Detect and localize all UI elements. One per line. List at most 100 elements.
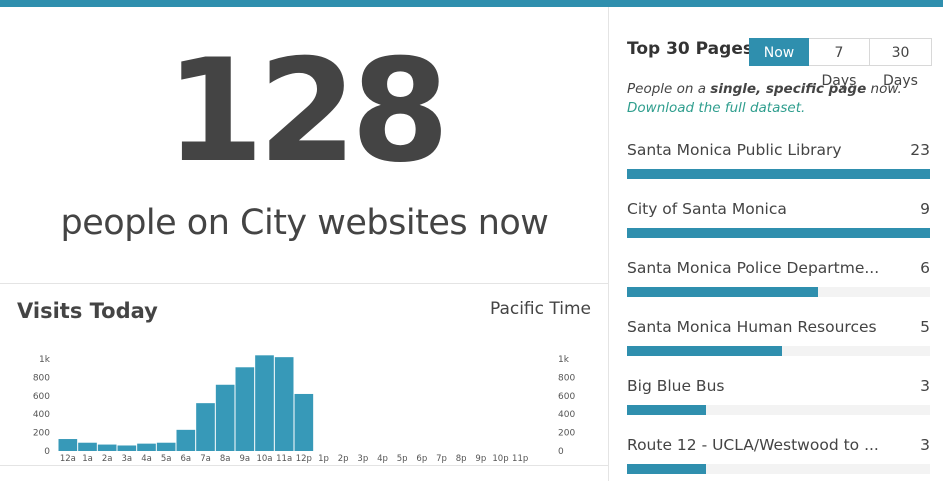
visits-bar[interactable] [117, 445, 137, 451]
y-tick-label-right: 600 [558, 392, 575, 402]
y-tick-label-right: 800 [558, 373, 575, 383]
y-tick-label-right: 200 [558, 429, 575, 439]
x-tick-label: 8p [456, 454, 467, 464]
page-name[interactable]: Big Blue Bus [627, 377, 724, 395]
x-tick-label: 5p [397, 454, 408, 464]
page-share-bar [627, 346, 782, 356]
x-tick-label: 7p [436, 454, 447, 464]
visits-bar[interactable] [235, 367, 255, 451]
y-tick-label-left: 400 [33, 410, 50, 420]
visits-bar[interactable] [156, 442, 176, 451]
x-tick-label: 3p [357, 454, 368, 464]
visits-bar[interactable] [176, 429, 196, 451]
tab-now[interactable]: Now [749, 38, 809, 66]
page-list-item[interactable]: City of Santa Monica 9 [627, 200, 930, 259]
divider [0, 465, 609, 466]
x-tick-label: 9p [475, 454, 486, 464]
visits-bar[interactable] [215, 384, 235, 451]
visits-bar[interactable] [294, 393, 314, 451]
x-tick-label: 11a [276, 454, 292, 464]
x-tick-label: 10p [492, 454, 508, 464]
page-visitor-count: 3 [920, 377, 930, 395]
x-tick-label: 7a [200, 454, 211, 464]
x-tick-label: 8a [220, 454, 231, 464]
visits-bar[interactable] [97, 444, 117, 451]
page-share-bar [627, 464, 706, 474]
page-visitor-count: 6 [920, 259, 930, 277]
page-share-bar [627, 287, 818, 297]
page-share-bar [627, 169, 930, 179]
visits-bar[interactable] [274, 357, 294, 451]
y-tick-label-left: 800 [33, 373, 50, 383]
x-tick-label: 11p [512, 454, 528, 464]
page-visitor-count: 23 [910, 141, 930, 159]
x-tick-label: 6p [416, 454, 427, 464]
page-share-track [627, 169, 930, 179]
y-tick-label-left: 0 [44, 447, 50, 457]
x-tick-label: 12a [60, 454, 76, 464]
x-tick-label: 4p [377, 454, 388, 464]
page-share-track [627, 228, 930, 238]
page-list-item[interactable]: Santa Monica Police Departme... 6 [627, 259, 930, 318]
visits-bar[interactable] [78, 442, 97, 451]
x-tick-label: 9a [240, 454, 251, 464]
y-tick-label-left: 1k [39, 355, 51, 365]
page-visitor-count: 3 [920, 436, 930, 454]
page-share-bar [627, 405, 706, 415]
page-share-track [627, 405, 930, 415]
top-pages-note: People on a single, specific page now. D… [627, 80, 902, 118]
top-pages-title: Top 30 Pages [627, 39, 753, 59]
note-text: People on a [627, 81, 711, 97]
active-users-count: 128 [165, 29, 449, 194]
x-tick-label: 3a [122, 454, 133, 464]
y-tick-label-left: 600 [33, 392, 50, 402]
period-tabs: Now 7 Days 30 Days [749, 38, 932, 89]
y-tick-label-right: 400 [558, 410, 575, 420]
download-dataset-link[interactable]: Download the full dataset. [627, 100, 805, 116]
realtime-panel: 128 people on City websites now Visits T… [0, 7, 609, 481]
page-name[interactable]: Route 12 - UCLA/Westwood to ... [627, 436, 879, 454]
page-list-item[interactable]: Santa Monica Public Library 23 [627, 141, 930, 200]
x-tick-label: 5a [161, 454, 172, 464]
note-emphasis: single, specific page [710, 81, 867, 97]
y-tick-label-right: 0 [558, 447, 564, 457]
divider [0, 283, 609, 284]
y-tick-label-left: 200 [33, 429, 50, 439]
tab-7-days[interactable]: 7 Days [809, 38, 870, 89]
active-users-caption: people on City websites now [60, 203, 549, 243]
visits-bar[interactable] [58, 439, 78, 451]
visits-bar[interactable] [196, 403, 215, 451]
page-name[interactable]: Santa Monica Human Resources [627, 318, 877, 336]
page-share-track [627, 464, 930, 474]
note-text-end: now. [866, 81, 902, 97]
x-tick-label: 12p [296, 454, 312, 464]
x-tick-label: 1a [82, 454, 93, 464]
x-tick-label: 4a [141, 454, 152, 464]
tab-30-days[interactable]: 30 Days [870, 38, 932, 89]
page-share-track [627, 287, 930, 297]
page-name[interactable]: Santa Monica Public Library [627, 141, 842, 159]
visits-today-title: Visits Today [17, 299, 158, 323]
x-tick-label: 2a [102, 454, 113, 464]
page-visitor-count: 5 [920, 318, 930, 336]
page-share-track [627, 346, 930, 356]
top-accent-bar [0, 0, 943, 7]
timezone-label: Pacific Time [489, 299, 591, 319]
x-tick-label: 2p [338, 454, 349, 464]
page-list-item[interactable]: Big Blue Bus 3 [627, 377, 930, 436]
top-pages-list: Santa Monica Public Library 23 City of San… [627, 141, 930, 495]
x-tick-label: 10a [256, 454, 272, 464]
page-list-item[interactable]: Route 12 - UCLA/Westwood to ... 3 [627, 436, 930, 495]
visits-today-chart: 0 0 200 200 400 400 600 600 800 800 1k 1k 12a 1a 2a 3a 4… [33, 355, 576, 464]
visits-bar[interactable] [137, 443, 156, 451]
page-name[interactable]: Santa Monica Police Departme... [627, 259, 879, 277]
page-share-bar [627, 228, 930, 238]
page-list-item[interactable]: Santa Monica Human Resources 5 [627, 318, 930, 377]
x-tick-label: 1p [318, 454, 329, 464]
visits-bar[interactable] [255, 355, 274, 451]
y-tick-label-right: 1k [558, 355, 570, 365]
page-visitor-count: 9 [920, 200, 930, 218]
x-tick-label: 6a [181, 454, 192, 464]
page-name[interactable]: City of Santa Monica [627, 200, 787, 218]
top-pages-panel: Top 30 Pages Now 7 Days 30 Days People o… [609, 7, 943, 481]
